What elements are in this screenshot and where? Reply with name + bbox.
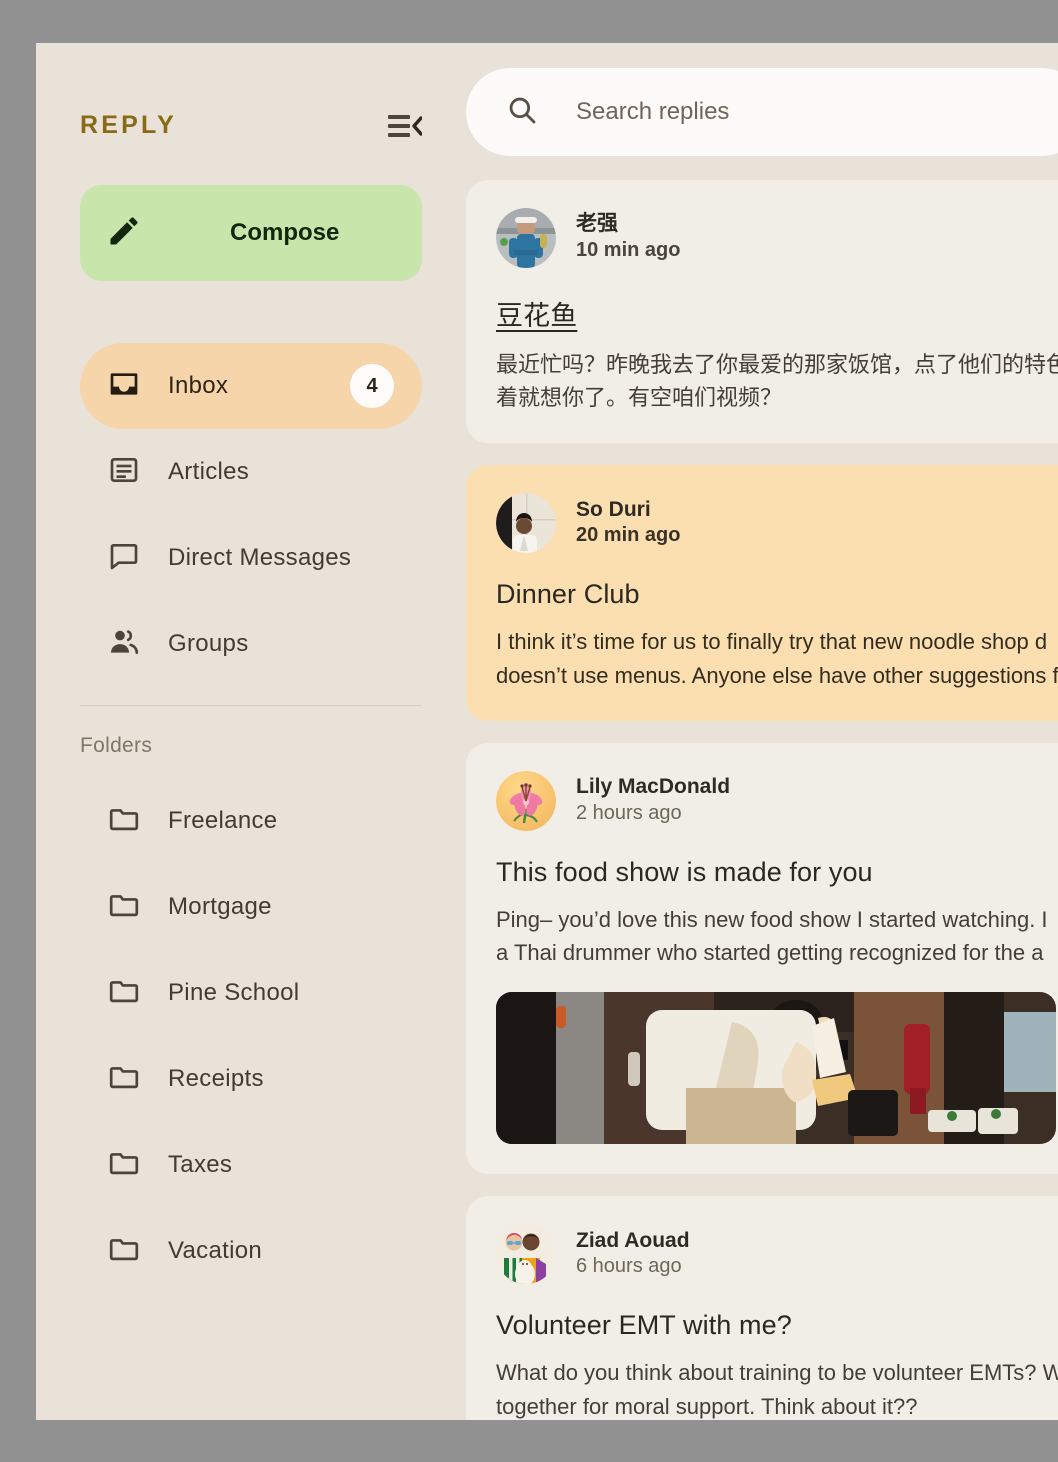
email-timestamp: 2 hours ago xyxy=(576,801,682,824)
sidebar: REPLY Compose Inbox 4 Articles Direct Me… xyxy=(36,43,466,1420)
people-icon xyxy=(108,626,140,663)
sidebar-folder-label: Vacation xyxy=(168,1237,263,1264)
inbox-unread-badge: 4 xyxy=(350,364,394,408)
sidebar-folder-label: Freelance xyxy=(168,807,278,834)
email-card-meta: Lily MacDonald 2 hours ago xyxy=(576,775,730,827)
email-preview-line: 着就想你了。有空咱们视频？ xyxy=(496,385,783,411)
email-card-meta: So Duri 20 min ago xyxy=(576,498,680,550)
email-card-header: 老强 10 min ago xyxy=(496,208,1056,268)
email-card-header: So Duri 20 min ago xyxy=(496,493,1056,554)
sidebar-folder-label: Mortgage xyxy=(168,893,272,920)
folder-icon xyxy=(108,1147,140,1184)
sidebar-folder-label: Receipts xyxy=(168,1065,264,1092)
compose-button-label: Compose xyxy=(230,219,340,246)
sidebar-item-label: Direct Messages xyxy=(168,544,352,571)
email-sender: Ziad Aouad xyxy=(576,1228,690,1252)
sidebar-folder-vacation[interactable]: Vacation xyxy=(80,1208,422,1294)
compose-button[interactable]: Compose xyxy=(80,185,422,281)
sidebar-folder-label: Pine School xyxy=(168,979,300,1006)
email-sender: Lily MacDonald xyxy=(576,775,731,799)
email-subject: 豆花鱼 xyxy=(496,301,578,331)
sidebar-item-inbox[interactable]: Inbox 4 xyxy=(80,343,422,429)
email-card-header: Ziad Aouad 6 hours ago xyxy=(496,1224,1056,1285)
folder-icon xyxy=(108,1233,140,1270)
sidebar-item-direct-messages[interactable]: Direct Messages xyxy=(80,515,422,601)
chat-bubble-icon xyxy=(108,540,140,577)
avatar[interactable] xyxy=(496,1224,556,1285)
email-timestamp: 20 min ago xyxy=(576,524,681,547)
sidebar-item-label: Articles xyxy=(168,458,250,485)
email-preview-line: doesn’t use menus. Anyone else have othe… xyxy=(496,662,1058,688)
avatar[interactable] xyxy=(496,770,556,831)
sidebar-folder-pine-school[interactable]: Pine School xyxy=(80,950,422,1036)
search-icon xyxy=(506,94,538,131)
email-preview-line: I think it’s time for us to finally try … xyxy=(496,629,1048,655)
sidebar-item-groups[interactable]: Groups xyxy=(80,601,422,687)
reply-app-window: REPLY Compose Inbox 4 Articles Direct Me… xyxy=(36,43,1058,1420)
search-bar[interactable]: Search replies xyxy=(466,68,1058,156)
email-list-pane: Search replies 老强 10 min ago 豆花鱼 最近忙吗？昨晚… xyxy=(466,43,1058,1420)
avatar[interactable] xyxy=(496,493,556,554)
email-preview-line: What do you think about training to be v… xyxy=(496,1360,1058,1386)
email-card-header: Lily MacDonald 2 hours ago xyxy=(496,770,1056,831)
folders-list: Freelance Mortgage Pine School Receipts xyxy=(80,778,422,1294)
email-card[interactable]: Ziad Aouad 6 hours ago Volunteer EMT wit… xyxy=(466,1196,1058,1420)
email-preview-line: Ping– you’d love this new food show I st… xyxy=(496,906,1048,932)
avatar[interactable] xyxy=(496,208,556,268)
primary-nav: Inbox 4 Articles Direct Messages Groups xyxy=(80,343,422,687)
email-subject: This food show is made for you xyxy=(496,856,873,887)
email-attachment-image[interactable] xyxy=(496,992,1056,1145)
email-timestamp: 6 hours ago xyxy=(576,1255,682,1278)
folder-icon xyxy=(108,889,140,926)
folder-icon xyxy=(108,803,140,840)
email-sender: So Duri xyxy=(576,497,651,521)
folder-icon xyxy=(108,1061,140,1098)
email-preview-line: a Thai drummer who started getting recog… xyxy=(496,940,1044,966)
email-preview-line: together for moral support. Think about … xyxy=(496,1393,918,1419)
app-brand-title: REPLY xyxy=(80,111,178,139)
sidebar-folder-freelance[interactable]: Freelance xyxy=(80,778,422,864)
email-sender: 老强 xyxy=(576,212,618,236)
article-icon xyxy=(108,454,140,491)
email-card[interactable]: 老强 10 min ago 豆花鱼 最近忙吗？昨晚我去了你最爱的那家饭馆，点了他… xyxy=(466,180,1058,444)
pencil-icon xyxy=(106,213,142,254)
folder-icon xyxy=(108,975,140,1012)
email-card-meta: 老强 10 min ago xyxy=(576,212,680,264)
email-preview-line: 最近忙吗？昨晚我去了你最爱的那家饭馆，点了他们的特色 xyxy=(496,352,1058,377)
sidebar-folder-mortgage[interactable]: Mortgage xyxy=(80,864,422,950)
sidebar-folder-taxes[interactable]: Taxes xyxy=(80,1122,422,1208)
sidebar-header: REPLY xyxy=(80,43,423,148)
sidebar-folder-label: Taxes xyxy=(168,1151,233,1178)
sidebar-folder-receipts[interactable]: Receipts xyxy=(80,1036,422,1122)
email-card[interactable]: Lily MacDonald 2 hours ago This food sho… xyxy=(466,742,1058,1175)
email-card-meta: Ziad Aouad 6 hours ago xyxy=(576,1229,690,1281)
email-card[interactable]: So Duri 20 min ago Dinner Club I think i… xyxy=(466,465,1058,721)
inbox-icon xyxy=(108,368,140,405)
email-subject: Volunteer EMT with me? xyxy=(496,1310,792,1341)
folders-section-label: Folders xyxy=(80,734,153,757)
sidebar-item-articles[interactable]: Articles xyxy=(80,429,422,515)
search-input[interactable]: Search replies xyxy=(576,98,729,126)
menu-collapse-icon[interactable] xyxy=(388,114,423,138)
sidebar-item-label: Groups xyxy=(168,630,249,657)
email-subject: Dinner Club xyxy=(496,579,640,610)
email-card-list: 老强 10 min ago 豆花鱼 最近忙吗？昨晚我去了你最爱的那家饭馆，点了他… xyxy=(466,180,1058,1420)
email-timestamp: 10 min ago xyxy=(576,238,681,261)
sidebar-item-label: Inbox xyxy=(168,372,229,399)
